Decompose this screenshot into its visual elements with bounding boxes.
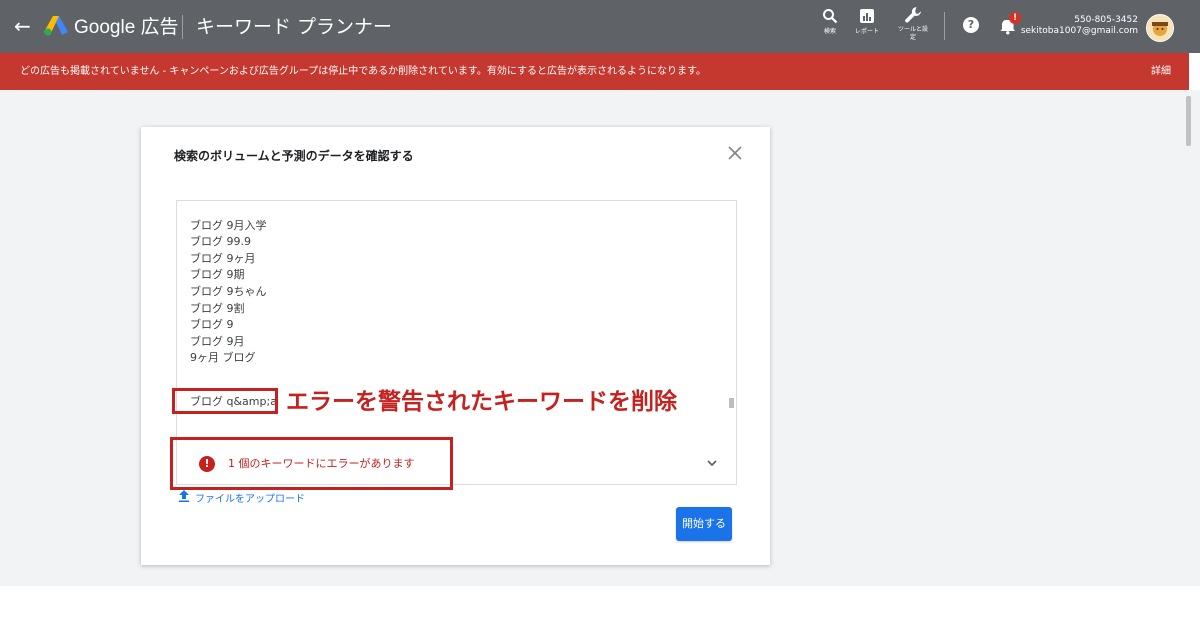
brand-divider [182, 15, 183, 39]
avatar[interactable] [1146, 14, 1174, 42]
keyword-line: ブログ 9割 [190, 302, 245, 315]
start-button[interactable]: 開始する [676, 507, 732, 541]
tools-button[interactable]: ツールと設定 [891, 6, 935, 42]
upload-icon [179, 490, 189, 502]
notification-badge: ! [1009, 12, 1021, 24]
upload-file-link[interactable]: ファイルをアップロード [179, 490, 305, 507]
alert-message: どの広告も掲載されていません - キャンペーンおよび広告グループは停止中であるか… [20, 66, 706, 77]
annotation-highlight-error [170, 437, 453, 490]
page-scrollbar[interactable] [1189, 90, 1200, 586]
tools-caption: ツールと設定 [898, 26, 929, 41]
top-app-bar: ← Google 広告 キーワード プランナー 検索 レポート ツールと設定 ? [0, 0, 1200, 53]
close-icon[interactable] [726, 144, 744, 162]
page-scrollbar-thumb[interactable] [1186, 96, 1191, 146]
forecast-dialog: 検索のボリュームと予測のデータを確認する ブログ 9月入学 ブログ 99.9 ブ… [141, 127, 770, 565]
account-email: sekitoba1007@gmail.com [1020, 26, 1138, 36]
reports-button[interactable]: レポート [845, 8, 889, 36]
reports-caption: レポート [854, 28, 879, 35]
chevron-down-icon[interactable] [705, 456, 719, 470]
tools-icon [905, 7, 921, 23]
search-icon [823, 9, 838, 24]
reports-icon [860, 9, 874, 23]
upload-label: ファイルをアップロード [195, 494, 305, 505]
alert-details-link[interactable]: 詳細 [1151, 65, 1171, 78]
toolbar-separator [944, 12, 945, 40]
annotation-highlight-keyword [172, 388, 278, 414]
keyword-line: ブログ 9期 [190, 268, 245, 281]
help-icon[interactable]: ? [963, 17, 979, 33]
annotation-text: エラーを警告されたキーワードを削除 [286, 389, 677, 415]
account-info[interactable]: 550-805-3452 sekitoba1007@gmail.com [1021, 15, 1138, 37]
paused-campaign-alert: どの広告も掲載されていません - キャンペーンおよび広告グループは停止中であるか… [0, 53, 1189, 90]
google-ads-logo-icon [44, 16, 68, 36]
keyword-line: ブログ 9ちゃん [190, 285, 267, 298]
keyword-line: 9ヶ月 ブログ [190, 351, 256, 364]
keyword-line: ブログ 9月 [190, 335, 245, 348]
avatar-image-icon [1147, 15, 1173, 41]
brand-name: Google 広告 [74, 17, 179, 38]
keyword-line: ブログ 9月入学 [190, 219, 267, 232]
account-phone: 550-805-3452 [1074, 15, 1138, 25]
textarea-scrollbar[interactable] [729, 398, 734, 408]
page-title: キーワード プランナー [196, 16, 393, 38]
notifications-button[interactable]: ! [998, 12, 1021, 36]
keyword-line: ブログ 99.9 [190, 235, 251, 248]
dialog-title: 検索のボリュームと予測のデータを確認する [174, 149, 414, 163]
keyword-line: ブログ 9 [190, 318, 234, 331]
keyword-line: ブログ 9ヶ月 [190, 252, 256, 265]
back-arrow-icon[interactable]: ← [14, 14, 31, 38]
